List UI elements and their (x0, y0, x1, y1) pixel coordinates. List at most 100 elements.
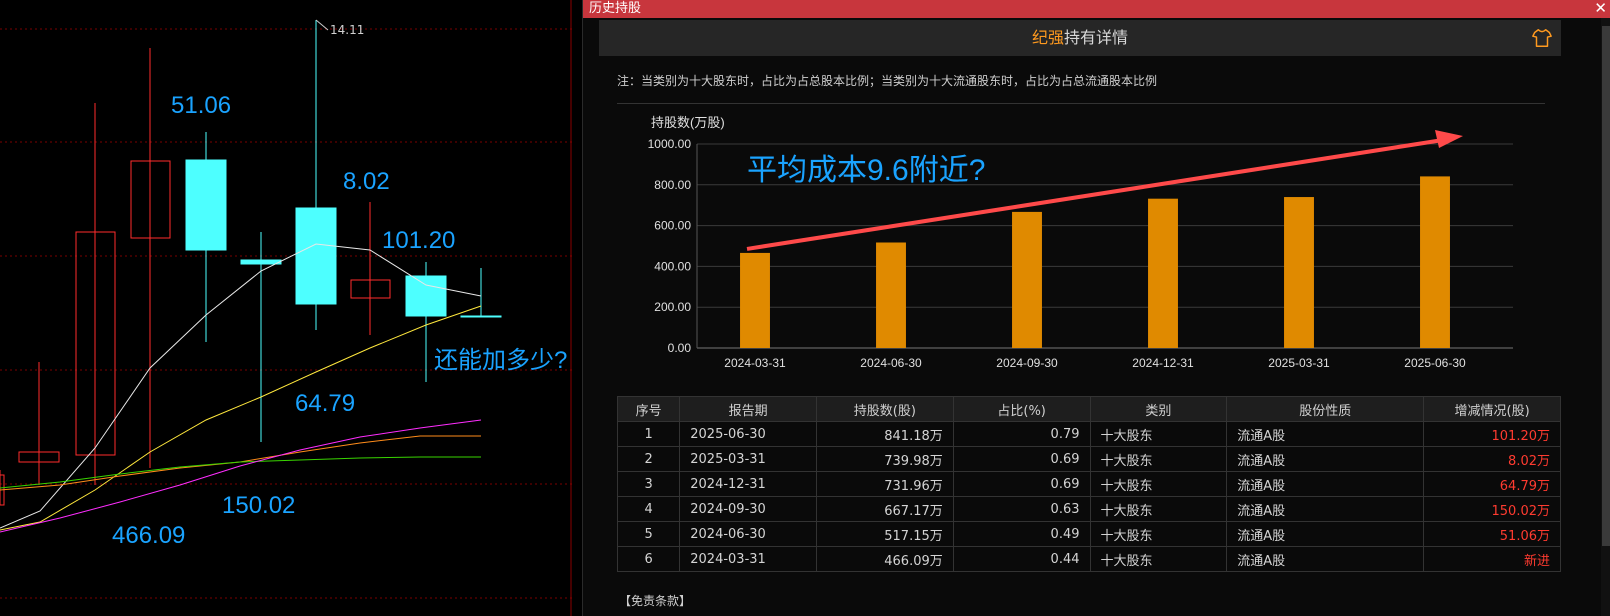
table-cell: 3 (616, 471, 681, 497)
table-cell: 101.20万 (1423, 421, 1561, 447)
x-tick-labels: 2024-03-31 2024-06-30 2024-09-30 2024-12-31… (724, 356, 1466, 370)
table-cell: 流通A股 (1226, 521, 1425, 547)
table-cell: 流通A股 (1226, 496, 1425, 522)
table-row[interactable]: 3 2024-12-31 731.96万 0.69 十大股东 流通A股 64.79万 (616, 471, 1561, 497)
table-cell: 667.17万 (816, 496, 954, 522)
table-cell: 流通A股 (1226, 446, 1425, 472)
annotation-150-02: 150.02 (222, 492, 296, 519)
holder-header: 纪强持有详情 (599, 20, 1561, 56)
table-cell: 6 (616, 546, 681, 572)
table-cell: 1 (616, 421, 681, 447)
ratio-note: 注：当类别为十大股东时，占比为占总股本比例；当类别为十大流通股东时，占比为占总流… (617, 74, 1158, 88)
table-cell: 2024-12-31 (679, 471, 817, 497)
table-cell: 0.69 (952, 471, 1091, 497)
table-cell: 51.06万 (1423, 521, 1561, 547)
table-row[interactable]: 1 2025-06-30 841.18万 0.79 十大股东 流通A股 101.20万 (616, 421, 1561, 447)
table-row[interactable]: 6 2024-03-31 466.09万 0.44 十大股东 流通A股 新进 (616, 546, 1561, 572)
table-cell: 十大股东 (1089, 546, 1228, 572)
table-cell: 2 (616, 446, 681, 472)
bar[interactable] (1420, 176, 1450, 348)
disclaimer-link[interactable]: 【免责条款】 (619, 592, 691, 609)
table-cell: 十大股东 (1089, 496, 1228, 522)
table-cell: 150.02万 (1423, 496, 1561, 522)
y-tick-label: 600.00 (654, 219, 691, 233)
candlestick-canvas (0, 0, 572, 616)
col-header-change[interactable]: 增减情况(股) (1423, 396, 1561, 422)
x-tick-label: 2024-09-30 (996, 356, 1058, 370)
table-cell: 0.69 (952, 446, 1091, 472)
x-tick-label: 2025-06-30 (1404, 356, 1466, 370)
y-tick-label: 400.00 (654, 259, 691, 273)
table-cell: 4 (616, 496, 681, 522)
col-header-shares[interactable]: 持股数(股) (816, 396, 954, 422)
candlestick-chart[interactable]: 14.11 51.06 8.02 101.20 还能加多少? 64.79 150… (0, 0, 572, 616)
col-header-share-type[interactable]: 股份性质 (1226, 396, 1425, 422)
y-tick-label: 800.00 (654, 178, 691, 192)
trend-arrow (746, 130, 1463, 251)
y-axis-label: 持股数(万股) (651, 115, 725, 130)
table-cell: 流通A股 (1226, 421, 1425, 447)
annotation-question: 还能加多少? (434, 347, 568, 374)
table-cell: 841.18万 (816, 421, 954, 447)
x-tick-label: 2024-12-31 (1132, 356, 1194, 370)
table-header-row: 序号 报告期 持股数(股) 占比(%) 类别 股份性质 增减情况(股) (616, 396, 1561, 422)
annotation-51-06: 51.06 (171, 92, 232, 119)
table-cell: 2025-03-31 (679, 446, 817, 472)
annotation-101-20: 101.20 (382, 227, 456, 254)
y-tick-label: 0.00 (668, 341, 692, 355)
header-suffix: 持有详情 (1064, 28, 1129, 47)
col-header-index[interactable]: 序号 (616, 396, 681, 422)
holdings-table: 序号 报告期 持股数(股) 占比(%) 类别 股份性质 增减情况(股) 1 202… (616, 396, 1561, 572)
table-cell: 64.79万 (1423, 471, 1561, 497)
table-cell: 0.44 (952, 546, 1091, 572)
scrollbar[interactable] (1601, 18, 1610, 616)
history-holdings-window: 历史持股 ✕ 纪强持有详情 注：当类别为十大股东时，占比为占总股本比例；当类别为… (582, 0, 1610, 616)
table-cell: 十大股东 (1089, 521, 1228, 547)
table-cell: 十大股东 (1089, 421, 1228, 447)
holdings-bar-chart: 持股数(万股) 0.00 200.00 400.00 600.00 800.00 1000… (648, 115, 1513, 370)
window-titlebar[interactable]: 历史持股 ✕ (583, 0, 1610, 18)
table-cell: 0.63 (952, 496, 1091, 522)
table-row[interactable]: 5 2024-06-30 517.15万 0.49 十大股东 流通A股 51.06万 (616, 521, 1561, 547)
close-icon[interactable]: ✕ (1594, 0, 1607, 17)
annotation-64-79: 64.79 (295, 390, 356, 417)
y-tick-labels: 0.00 200.00 400.00 600.00 800.00 1000.00 (648, 137, 692, 355)
table-row[interactable]: 4 2024-09-30 667.17万 0.63 十大股东 流通A股 150.02万 (616, 496, 1561, 522)
table-cell: 十大股东 (1089, 471, 1228, 497)
table-cell: 0.49 (952, 521, 1091, 547)
table-cell: 731.96万 (816, 471, 954, 497)
annotation-8-02: 8.02 (343, 168, 390, 195)
table-cell: 十大股东 (1089, 446, 1228, 472)
table-cell: 2024-03-31 (679, 546, 817, 572)
table-cell: 流通A股 (1226, 471, 1425, 497)
bar[interactable] (1284, 197, 1314, 348)
bar[interactable] (1012, 211, 1042, 348)
table-cell: 0.79 (952, 421, 1091, 447)
bar[interactable] (1148, 198, 1178, 348)
table-cell: 2024-09-30 (679, 496, 817, 522)
bar[interactable] (740, 252, 770, 348)
table-cell: 466.09万 (816, 546, 954, 572)
y-tick-label: 200.00 (654, 300, 691, 314)
col-header-category[interactable]: 类别 (1089, 396, 1228, 422)
x-tick-label: 2024-03-31 (724, 356, 786, 370)
high-price-label: 14.11 (330, 23, 365, 37)
table-cell: 517.15万 (816, 521, 954, 547)
table-cell: 5 (616, 521, 681, 547)
col-header-ratio[interactable]: 占比(%) (952, 396, 1091, 422)
scrollbar-thumb[interactable] (1602, 26, 1610, 546)
table-cell: 8.02万 (1423, 446, 1561, 472)
bar[interactable] (876, 242, 906, 348)
table-row[interactable]: 2 2025-03-31 739.98万 0.69 十大股东 流通A股 8.02万 (616, 446, 1561, 472)
tshirt-icon[interactable] (1531, 27, 1553, 49)
table-cell: 2025-06-30 (679, 421, 817, 447)
col-header-period[interactable]: 报告期 (679, 396, 817, 422)
table-cell: 流通A股 (1226, 546, 1425, 572)
holder-name: 纪强 (1031, 28, 1064, 47)
window-title: 历史持股 (589, 1, 642, 16)
annotation-466-09: 466.09 (112, 522, 186, 549)
x-tick-label: 2025-03-31 (1268, 356, 1330, 370)
chart-annotation: 平均成本9.6附近? (747, 154, 985, 187)
table-cell: 新进 (1423, 546, 1561, 572)
y-tick-label: 1000.00 (648, 137, 692, 151)
